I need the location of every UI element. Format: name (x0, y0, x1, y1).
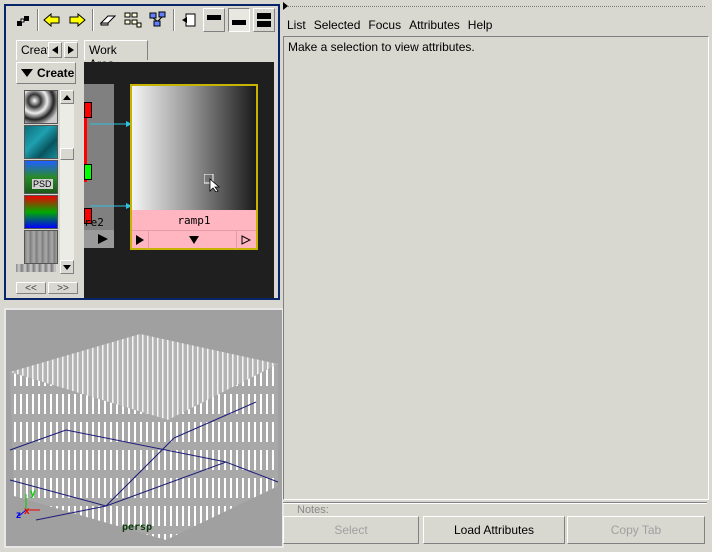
nav-prev-button[interactable]: << (16, 282, 46, 294)
menu-selected[interactable]: Selected (310, 16, 365, 34)
load-attributes-label: Load Attributes (453, 523, 535, 537)
menu-list[interactable]: List (283, 16, 310, 34)
swatch-cloud[interactable] (24, 90, 58, 124)
create-dropdown-label: Create (37, 66, 75, 80)
menu-attributes[interactable]: Attributes (405, 16, 464, 34)
play-outline-icon[interactable] (241, 235, 251, 245)
triangle-up-icon (63, 94, 71, 100)
tab-work-area[interactable]: Work Area (84, 40, 148, 71)
swatch-scrollbar[interactable] (60, 90, 74, 274)
swatch-ramp[interactable] (24, 195, 58, 229)
menu-focus[interactable]: Focus (364, 16, 405, 34)
ramp-preview (132, 86, 256, 210)
copy-tab-button[interactable]: Copy Tab (567, 516, 705, 544)
attribute-menu-bar: List Selected Focus Attributes Help (283, 16, 496, 34)
arrow-left-icon[interactable] (41, 8, 63, 32)
triangle-right-icon (283, 2, 288, 10)
swatch-noise[interactable] (24, 230, 58, 264)
triangle-down-icon (63, 264, 71, 270)
viewport-scene (9, 334, 279, 540)
layout-top-icon[interactable] (203, 8, 225, 32)
create-panel: Create PSD << >> (16, 60, 78, 294)
arrow-right-icon[interactable] (66, 8, 88, 32)
ramp-node-controls (132, 230, 256, 249)
triangle-left-icon (52, 46, 58, 54)
swatch-psd[interactable]: PSD (24, 160, 58, 194)
nav-next-label: >> (57, 282, 69, 294)
triangle-right-icon (68, 46, 74, 54)
menu-help[interactable]: Help (464, 16, 497, 34)
nav-next-button[interactable]: >> (48, 282, 78, 294)
attribute-content: Make a selection to view attributes. (283, 36, 709, 500)
input-output-icon[interactable] (178, 8, 200, 32)
scroll-thumb[interactable] (60, 148, 74, 160)
load-attributes-button[interactable]: Load Attributes (423, 516, 565, 544)
cursor-icon (204, 174, 220, 192)
eraser-icon[interactable] (97, 8, 119, 32)
chevron-down-icon[interactable] (189, 236, 199, 244)
create-dropdown[interactable]: Create (16, 62, 76, 84)
scroll-down-button[interactable] (60, 260, 74, 274)
axis-x-label: x (24, 506, 30, 517)
empty-selection-message: Make a selection to view attributes. (288, 40, 475, 54)
attribute-editor: List Selected Focus Attributes Help Make… (283, 2, 709, 548)
panel-drag-handle[interactable] (285, 6, 705, 7)
notes-divider[interactable] (283, 502, 707, 504)
layout-split-icon[interactable] (253, 8, 275, 32)
grid-icon[interactable] (122, 8, 144, 32)
layout-bottom-icon[interactable] (228, 8, 250, 32)
axis-z-label: z (16, 510, 21, 521)
notes-label: Notes: (297, 504, 329, 514)
tab-scroll-right-button[interactable] (64, 42, 78, 58)
graph-icon[interactable] (12, 8, 34, 32)
axis-y-label: y (30, 488, 36, 499)
swatch-partial (16, 264, 56, 272)
perspective-viewport[interactable]: y x z persp (4, 308, 284, 548)
camera-label: persp (122, 522, 153, 533)
swatch-list: PSD (16, 90, 74, 274)
scroll-up-button[interactable] (60, 90, 74, 104)
hypershade-panel: Creat Work Area Create PSD (4, 4, 280, 300)
ramp-node-label: ramp1 (177, 214, 211, 227)
swatch-psd-label: PSD (32, 179, 53, 189)
play-icon (136, 235, 144, 245)
network-icon[interactable] (147, 8, 169, 32)
tab-create-label: Creat (21, 43, 51, 57)
work-area-canvas[interactable]: re2 ramp1 (84, 62, 274, 298)
swatch-water[interactable] (24, 125, 58, 159)
ramp-node[interactable]: ramp1 (130, 84, 258, 250)
select-button[interactable]: Select (283, 516, 419, 544)
tab-scroll-left-button[interactable] (48, 42, 62, 58)
copy-tab-label: Copy Tab (610, 523, 662, 537)
select-button-label: Select (334, 523, 368, 537)
chevron-down-icon (21, 69, 33, 77)
nav-prev-label: << (25, 282, 37, 294)
